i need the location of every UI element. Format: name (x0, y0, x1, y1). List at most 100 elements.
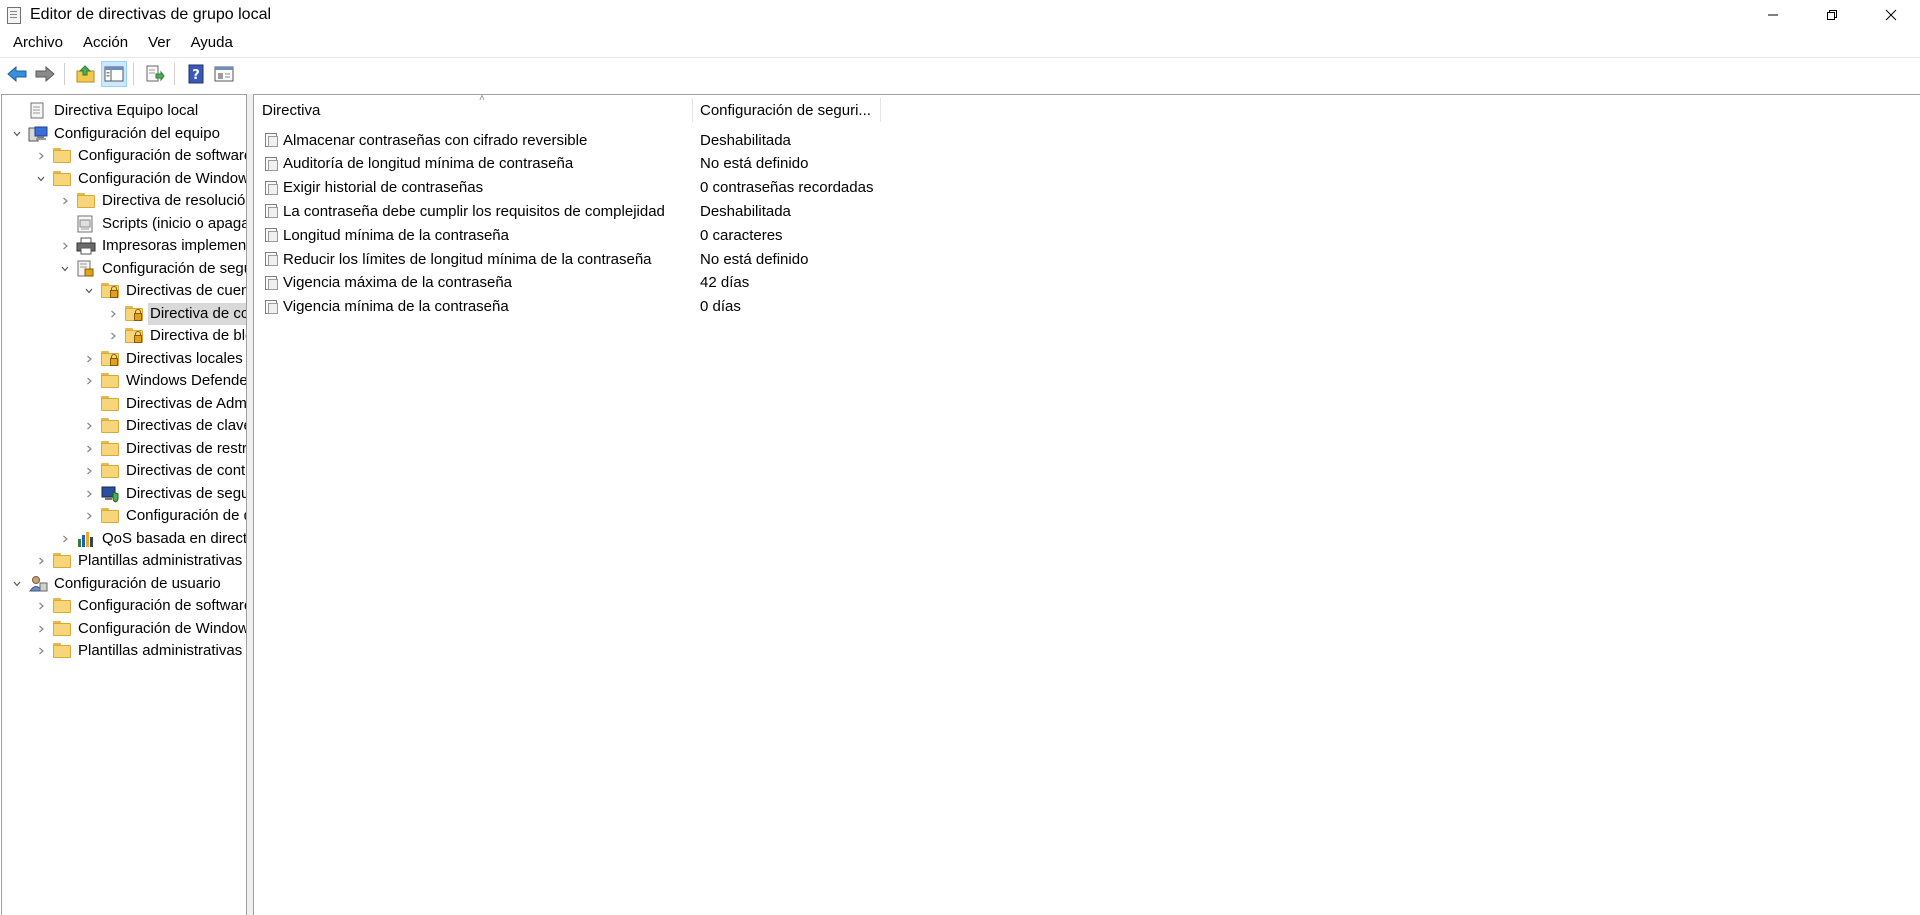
chevron-right-icon[interactable] (58, 190, 72, 212)
tree-node[interactable]: Configuración de software (34, 145, 246, 167)
menu-ayuda[interactable]: Ayuda (184, 30, 240, 56)
chevron-right-icon[interactable] (82, 415, 96, 437)
tree-node[interactable]: Configuración de software (34, 595, 246, 617)
tree-node-label: Directivas de clave pública (126, 417, 246, 434)
tree-node[interactable]: Directiva de resolución de nombres (58, 190, 246, 212)
column-divider[interactable] (880, 98, 881, 122)
tree-node-label: Configuración de directiva de auditoría … (126, 507, 246, 524)
folder-icon (52, 170, 72, 188)
toolbar: ? (0, 57, 1920, 89)
folder-icon (100, 372, 120, 390)
tree-node[interactable]: Configuración de Windows (34, 168, 246, 190)
tree-node[interactable]: Configuración de seguridad (58, 258, 246, 280)
chevron-right-icon[interactable] (58, 528, 72, 550)
tree-node[interactable]: Impresoras implementadas (58, 235, 246, 257)
column-header-configuracion[interactable]: Configuración de seguri... (700, 95, 880, 125)
chevron-down-icon[interactable] (82, 280, 96, 302)
column-header-directiva[interactable]: Directiva ˄ (262, 95, 692, 125)
tree-node[interactable]: Configuración de usuario (10, 573, 223, 595)
locked-folder-icon (100, 282, 120, 300)
show-hide-tree-button[interactable] (101, 60, 127, 87)
chevron-right-icon[interactable] (82, 370, 96, 392)
tree-node[interactable]: Directiva de bloqueo de cuenta (106, 325, 246, 347)
chevron-right-icon[interactable] (106, 325, 120, 347)
chevron-right-icon[interactable] (82, 438, 96, 460)
chevron-down-icon[interactable] (34, 168, 48, 190)
policy-name: Auditoría de longitud mínima de contrase… (283, 155, 574, 173)
chevron-right-icon[interactable] (34, 618, 48, 640)
tree-node[interactable]: Directivas de Administrador de listas de… (82, 393, 246, 415)
folder-icon (76, 192, 96, 210)
folder-icon (100, 395, 120, 413)
chevron-right-icon[interactable] (34, 595, 48, 617)
tree-node[interactable]: Directivas de clave pública (82, 415, 246, 437)
folder-icon (52, 552, 72, 570)
tree-node[interactable]: Configuración de directiva de auditoría … (82, 505, 246, 527)
menu-archivo[interactable]: Archivo (6, 30, 70, 56)
folder-icon (52, 597, 72, 615)
chevron-right-icon[interactable] (106, 303, 120, 325)
forward-button[interactable] (32, 61, 58, 87)
menu-accion[interactable]: Acción (76, 30, 135, 56)
list-item[interactable]: Vigencia mínima de la contraseña 0 días (254, 295, 1914, 319)
tree-node[interactable]: Plantillas administrativas (34, 640, 244, 662)
chevron-right-icon[interactable] (82, 348, 96, 370)
column-divider[interactable] (692, 98, 693, 122)
tree-node[interactable]: Windows Defender Firewall (82, 370, 246, 392)
menu-bar: Archivo Acción Ver Ayuda (0, 30, 1920, 56)
svg-text:?: ? (192, 68, 200, 83)
chevron-down-icon[interactable] (58, 258, 72, 280)
folder-icon (52, 147, 72, 165)
tree-node[interactable]: Directiva de contraseñas (106, 302, 246, 325)
policy-value: 42 días (700, 274, 750, 292)
menu-ver[interactable]: Ver (141, 30, 178, 56)
export-list-button[interactable] (142, 61, 168, 87)
minimize-button[interactable] (1743, 0, 1802, 30)
tree-node[interactable]: Plantillas administrativas (34, 550, 244, 572)
list-item[interactable]: La contraseña debe cumplir los requisito… (254, 199, 1914, 223)
chevron-down-icon[interactable] (10, 573, 24, 595)
restore-button[interactable] (1802, 0, 1861, 30)
list-item[interactable]: Reducir los límites de longitud mínima d… (254, 247, 1914, 271)
chevron-right-icon[interactable] (82, 505, 96, 527)
back-button[interactable] (4, 61, 30, 87)
toolbar-separator (64, 62, 65, 85)
properties-button[interactable] (211, 61, 237, 87)
tree-node-label: Directiva de bloqueo de cuenta (150, 327, 246, 344)
tree-node[interactable]: QoS basada en directivas (58, 528, 246, 550)
tree-node[interactable]: Configuración del equipo (10, 123, 222, 145)
chevron-right-icon[interactable] (82, 483, 96, 505)
list-item[interactable]: Longitud mínima de la contraseña 0 caract… (254, 223, 1914, 247)
tree-node-label: Directivas de cuenta (126, 282, 246, 299)
tree-node[interactable]: Directivas de cuenta (82, 280, 246, 302)
list-item[interactable]: Vigencia máxima de la contraseña 42 días (254, 271, 1914, 295)
toolbar-separator (133, 62, 134, 85)
policy-name: Almacenar contraseñas con cifrado revers… (283, 131, 588, 149)
tree-node[interactable]: Directivas de seguridad IP (82, 483, 246, 505)
list-item[interactable]: Exigir historial de contraseñas 0 contras… (254, 176, 1914, 200)
help-button[interactable]: ? (183, 61, 209, 87)
chevron-right-icon[interactable] (58, 235, 72, 257)
list-item[interactable]: Auditoría de longitud mínima de contrase… (254, 152, 1914, 176)
details-list[interactable]: Directiva ˄ Configuración de seguri... A… (253, 94, 1920, 915)
chevron-down-icon[interactable] (10, 123, 24, 145)
up-level-button[interactable] (73, 61, 99, 87)
tree-node[interactable]: Directivas de control de aplicaciones (82, 460, 246, 482)
list-item[interactable]: Almacenar contraseñas con cifrado revers… (254, 128, 1914, 152)
close-button[interactable] (1861, 0, 1920, 30)
tree-node[interactable]: Directivas locales (82, 348, 245, 370)
tree-node[interactable]: Configuración de Windows (34, 618, 246, 640)
console-tree[interactable]: Directiva Equipo local Configuración del … (1, 94, 247, 915)
chevron-right-icon[interactable] (34, 640, 48, 662)
chevron-right-icon[interactable] (34, 550, 48, 572)
tree-node[interactable]: Scripts (inicio o apagado) (58, 213, 246, 235)
sort-ascending-icon: ˄ (479, 94, 485, 104)
chevron-right-icon[interactable] (34, 145, 48, 167)
tree-node[interactable]: Directiva Equipo local (10, 100, 200, 122)
policy-setting-icon (263, 156, 279, 172)
tree-node[interactable]: Directivas de restricción de software (82, 438, 246, 460)
policy-value: 0 caracteres (700, 226, 783, 244)
chevron-right-icon[interactable] (82, 460, 96, 482)
